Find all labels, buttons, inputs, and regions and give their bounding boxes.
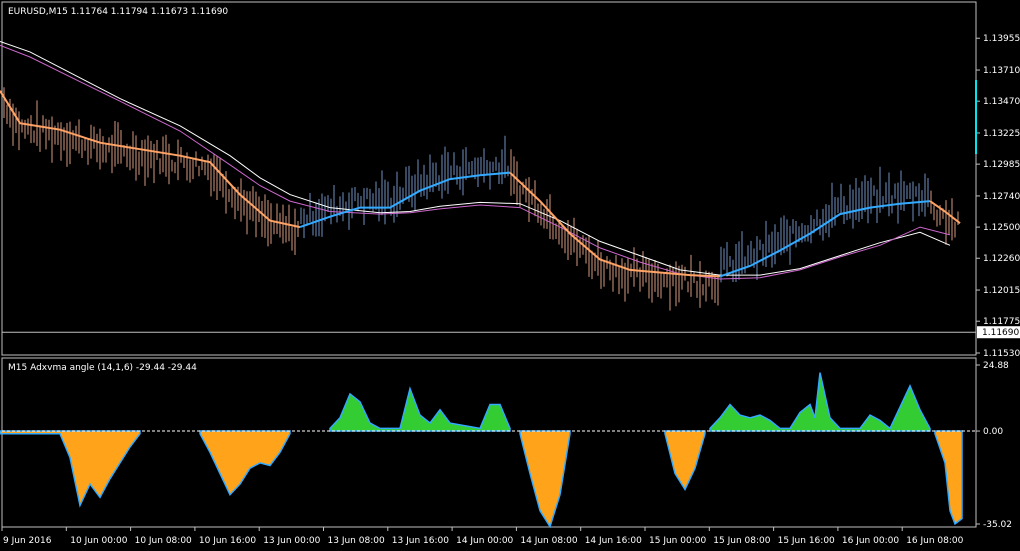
time-tick-label: 15 Jun 00:00 — [649, 536, 706, 546]
price-tick-label: 1.12740 — [983, 192, 1020, 202]
time-tick-label: 16 Jun 08:00 — [906, 536, 963, 546]
price-tick-label: 1.13710 — [983, 66, 1020, 76]
time-tick-label: 13 Jun 08:00 — [328, 536, 385, 546]
price-tick-label: 1.11775 — [983, 317, 1020, 327]
indicator-panel[interactable]: M15 Adxvma angle (14,1,6) -29.44 -29.44 … — [0, 357, 1012, 530]
indicator-tick-label: -35.02 — [983, 520, 1012, 530]
time-tick-label: 10 Jun 08:00 — [135, 536, 192, 546]
time-tick-label: 15 Jun 08:00 — [713, 536, 770, 546]
indicator-panel-frame — [1, 357, 977, 528]
price-tick-label: 1.11530 — [983, 349, 1020, 359]
time-tick-label: 10 Jun 00:00 — [70, 536, 127, 546]
price-axis: 1.13955 1.13710 1.13470 1.13225 1.12985 1.127… — [976, 34, 1020, 359]
price-tick-label: 1.13955 — [983, 34, 1020, 44]
indicator-panel-title: M15 Adxvma angle (14,1,6) -29.44 -29.44 — [8, 363, 197, 373]
time-tick-label: 13 Jun 16:00 — [392, 536, 449, 546]
time-axis: 9 Jun 2016 10 Jun 00:00 10 Jun 08:00 10 Jun… — [1, 527, 964, 546]
price-tick-label: 1.13470 — [983, 97, 1020, 107]
indicator-tick-label: 24.88 — [983, 361, 1009, 371]
chart-canvas[interactable]: EURUSD,M15 1.11764 1.11794 1.11673 1.116… — [0, 0, 1020, 551]
price-panel-frame — [1, 1, 977, 356]
time-tick-label: 14 Jun 00:00 — [456, 536, 513, 546]
time-tick-label: 13 Jun 00:00 — [263, 536, 320, 546]
time-tick-label: 10 Jun 16:00 — [199, 536, 256, 546]
time-tick-label: 14 Jun 08:00 — [520, 536, 577, 546]
price-panel-title: EURUSD,M15 1.11764 1.11794 1.11673 1.116… — [8, 7, 228, 17]
time-tick-label: 15 Jun 16:00 — [778, 536, 835, 546]
current-price-label: 1.11690 — [982, 328, 1019, 338]
scroll-marker[interactable] — [975, 80, 977, 154]
price-tick-label: 1.12985 — [983, 160, 1020, 170]
time-tick-label: 16 Jun 00:00 — [842, 536, 899, 546]
price-panel[interactable]: EURUSD,M15 1.11764 1.11794 1.11673 1.116… — [0, 1, 1020, 359]
price-tick-label: 1.12260 — [983, 254, 1020, 264]
price-tick-label: 1.12500 — [983, 223, 1020, 233]
time-tick-label: 14 Jun 16:00 — [585, 536, 642, 546]
price-tick-label: 1.12015 — [983, 286, 1020, 296]
indicator-tick-label: 0.00 — [983, 427, 1003, 437]
time-tick-label: 9 Jun 2016 — [3, 536, 52, 546]
indicator-axis: 24.88 0.00 -35.02 — [976, 361, 1012, 530]
price-tick-label: 1.13225 — [983, 129, 1020, 139]
